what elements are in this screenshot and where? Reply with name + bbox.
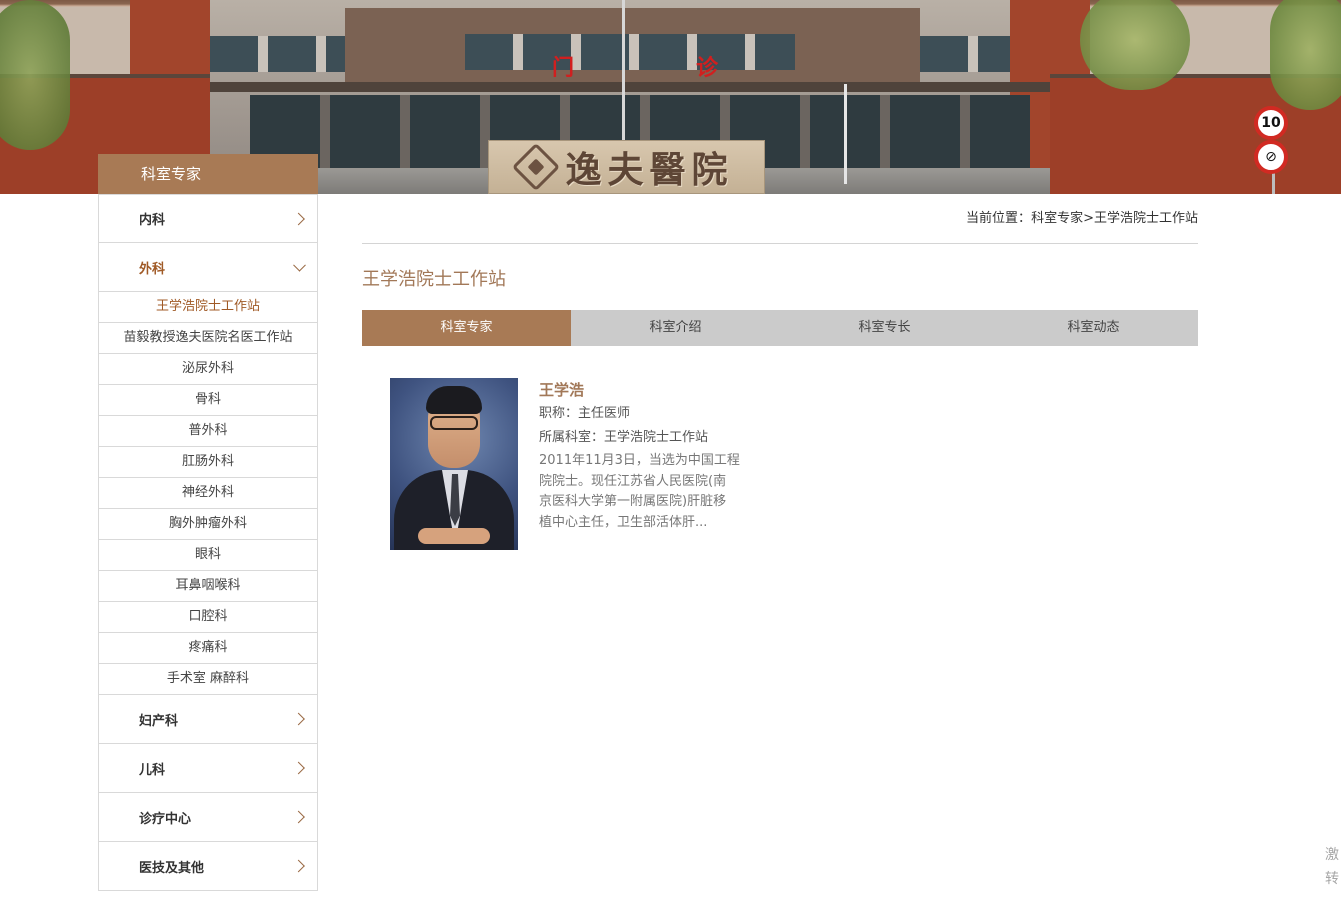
breadcrumb-link-current[interactable]: 王学浩院士工作站 — [1094, 211, 1198, 226]
banner-sign-right: 诊 — [696, 55, 719, 81]
sidebar-subitem[interactable]: 泌尿外科 — [99, 354, 317, 385]
sidebar-subitem[interactable]: 胸外肿瘤外科 — [99, 509, 317, 540]
expert-name[interactable]: 王学浩 — [539, 378, 749, 402]
sidebar-category-waike[interactable]: 外科 — [99, 243, 317, 292]
sidebar-category-yiji[interactable]: 医技及其他 — [99, 842, 317, 891]
expert-department: 所属科室：王学浩院士工作站 — [539, 430, 709, 445]
sidebar-subitem[interactable]: 疼痛科 — [99, 633, 317, 664]
sidebar-category-label: 外科 — [139, 261, 166, 277]
page-title: 王学浩院士工作站 — [362, 269, 506, 290]
banner-pole — [844, 84, 847, 184]
chevron-right-icon — [292, 761, 305, 775]
sidebar-subitem[interactable]: 苗毅教授逸夫医院名医工作站 — [99, 323, 317, 354]
expert-description-line: 2011年11月3日，当选为中国工程 — [539, 453, 740, 468]
sidebar-subitem[interactable]: 眼科 — [99, 540, 317, 571]
tab-introduction[interactable]: 科室介绍 — [571, 310, 780, 346]
chevron-down-icon — [293, 258, 306, 272]
sidebar-subitem[interactable]: 耳鼻咽喉科 — [99, 571, 317, 602]
hospital-sign-stone: 逸夫醫院 — [488, 140, 765, 194]
sidebar-subitem[interactable]: 口腔科 — [99, 602, 317, 633]
banner-windows — [465, 34, 795, 70]
sidebar-category-label: 内科 — [139, 213, 166, 228]
sidebar-category-label: 诊疗中心 — [139, 811, 192, 827]
expert-title: 职称：主任医师 — [539, 406, 631, 421]
tab-bar: 科室专家 科室介绍 科室专长 科室动态 — [362, 310, 1198, 346]
sidebar-subitem[interactable]: 神经外科 — [99, 478, 317, 509]
speed-limit-sign-icon: 10 — [1254, 106, 1288, 140]
expert-photo[interactable] — [390, 378, 518, 550]
sidebar-subitem[interactable]: 肛肠外科 — [99, 447, 317, 478]
banner-tree — [1270, 0, 1341, 110]
sidebar-subitem[interactable]: 普外科 — [99, 416, 317, 447]
expert-description-line: 京医科大学第一附属医院)肝脏移 — [539, 494, 727, 509]
hospital-logo-icon — [512, 142, 561, 192]
chevron-right-icon — [292, 810, 305, 824]
banner-sign-left: 门 — [552, 55, 575, 81]
breadcrumb: 当前位置：科室专家>王学浩院士工作站 — [362, 194, 1198, 244]
sidebar-category-neike[interactable]: 内科 — [99, 194, 317, 243]
banner-windows — [210, 36, 345, 72]
tab-specialties[interactable]: 科室专长 — [780, 310, 989, 346]
banner-tree — [0, 0, 70, 150]
breadcrumb-separator: > — [1083, 211, 1094, 226]
banner-tree — [1080, 0, 1190, 90]
expert-description: 2011年11月3日，当选为中国工程 院院士。现任江苏省人民医院(南 京医科大学… — [539, 451, 749, 533]
sidebar-category-label: 儿科 — [139, 762, 166, 778]
sidebar-category-label: 医技及其他 — [139, 860, 205, 876]
main-content: 当前位置：科室专家>王学浩院士工作站 王学浩院士工作站 科室专家 科室介绍 科室… — [362, 194, 1198, 550]
tab-experts[interactable]: 科室专家 — [362, 310, 571, 346]
expert-description-line: 植中心主任，卫生部活体肝... — [539, 514, 708, 530]
hospital-sign-text: 逸夫醫院 — [565, 149, 734, 191]
breadcrumb-prefix: 当前位置： — [966, 211, 1032, 226]
expert-description-line: 院院士。现任江苏省人民医院(南 — [539, 473, 727, 489]
sidebar-category-zhenliao[interactable]: 诊疗中心 — [99, 793, 317, 842]
expert-info: 王学浩 职称：主任医师 所属科室：王学浩院士工作站 2011年11月3日，当选为… — [539, 378, 749, 533]
sidebar-header: 科室专家 — [98, 154, 318, 194]
no-horn-sign-icon: ⊘ — [1254, 140, 1288, 174]
banner-canopy — [210, 82, 1050, 92]
chevron-right-icon — [292, 212, 305, 225]
breadcrumb-link-experts[interactable]: 科室专家 — [1031, 211, 1083, 226]
sidebar-subitem[interactable]: 骨科 — [99, 385, 317, 416]
banner-windows — [920, 36, 1010, 72]
sidebar-category-label: 妇产科 — [139, 713, 179, 729]
sidebar-list: 内科 外科 王学浩院士工作站 苗毅教授逸夫医院名医工作站 泌尿外科 骨科 普外科… — [98, 194, 318, 891]
sidebar-category-erke[interactable]: 儿科 — [99, 744, 317, 793]
chevron-right-icon — [292, 859, 305, 873]
expert-card: 王学浩 职称：主任医师 所属科室：王学浩院士工作站 2011年11月3日，当选为… — [390, 378, 790, 550]
sidebar-category-fuchanke[interactable]: 妇产科 — [99, 695, 317, 744]
banner-pole — [622, 0, 625, 140]
sidebar-subitem[interactable]: 王学浩院士工作站 — [99, 292, 317, 323]
chevron-right-icon — [292, 712, 305, 726]
tab-news[interactable]: 科室动态 — [989, 310, 1198, 346]
sidebar: 科室专家 内科 外科 王学浩院士工作站 苗毅教授逸夫医院名医工作站 泌尿外科 骨… — [98, 154, 318, 891]
sidebar-subitem[interactable]: 手术室 麻醉科 — [99, 664, 317, 695]
edge-overlay-text: 激 转 — [1325, 847, 1339, 887]
